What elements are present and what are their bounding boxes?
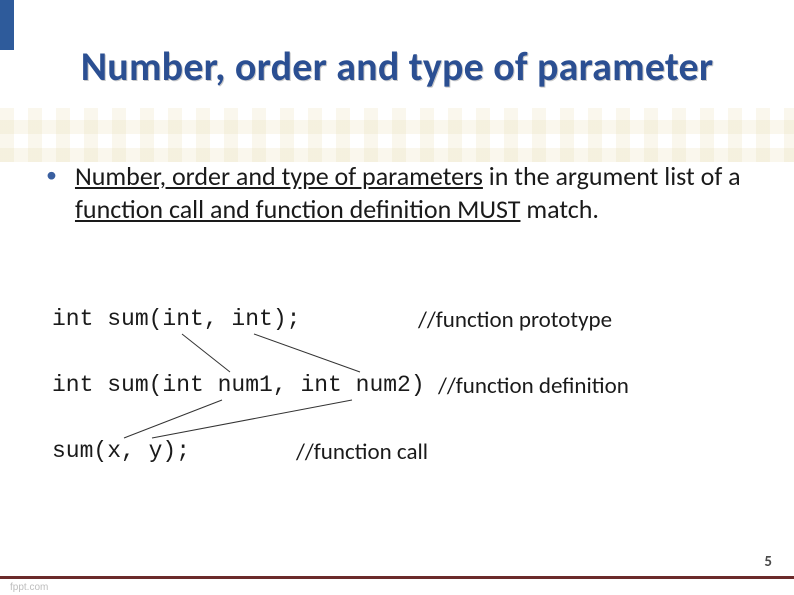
bullet-dot-icon: • [46,160,57,190]
bullet-part-4: match. [520,193,598,225]
bottom-divider [0,576,794,579]
line-call-to-def-2 [152,400,352,438]
code-call: sum(x, y); [52,438,190,464]
checker-band [0,108,794,162]
slide-title: Number, order and type of parameter [0,42,794,91]
comment-call: //function call [296,438,428,466]
bullet-item: • Number, order and type of parameters i… [46,160,744,227]
code-definition: int sum(int num1, int num2) [52,372,425,398]
comment-definition: //function definition [438,372,629,400]
bullet-text: Number, order and type of parameters in … [75,160,744,227]
bullet-part-1: Number, order and type of parameters [75,160,483,192]
bullet-part-3: function call and function definition MU… [75,193,521,225]
line-call-to-def-1 [124,400,222,438]
bullet-part-2: in the argument list of a [483,160,741,192]
comment-prototype: //function prototype [418,306,612,334]
code-prototype: int sum(int, int); [52,306,300,332]
watermark: fppt.com [10,582,48,593]
line-proto-to-def-2 [254,334,360,372]
line-proto-to-def-1 [182,334,230,372]
slide-number: 5 [764,553,772,571]
